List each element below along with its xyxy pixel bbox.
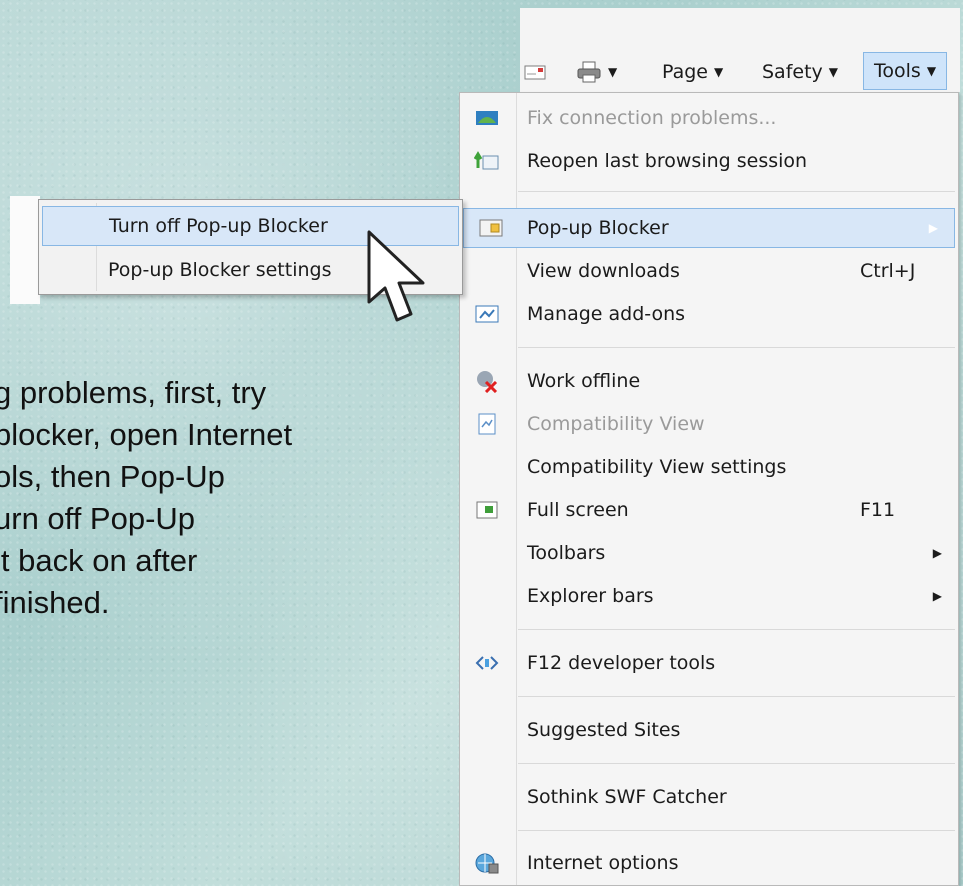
- slide-text-line: it back on after: [0, 543, 198, 578]
- menu-item-reopen-session[interactable]: Reopen last browsing session: [460, 141, 958, 181]
- submenu-arrow-icon: ▶: [928, 221, 938, 235]
- menu-item-compatibility-view-settings[interactable]: Compatibility View settings: [460, 447, 958, 487]
- chevron-down-icon: ▼: [714, 65, 724, 79]
- tools-menu-button[interactable]: Tools ▼: [863, 52, 948, 90]
- menu-item-full-screen[interactable]: Full screen F11: [460, 490, 958, 530]
- menu-item-suggested-sites[interactable]: Suggested Sites: [460, 710, 958, 750]
- menu-item-label: Fix connection problems...: [527, 107, 777, 129]
- safety-menu-label: Safety: [762, 61, 823, 83]
- menu-item-label: F12 developer tools: [527, 652, 716, 674]
- work-offline-icon: [474, 370, 500, 393]
- menu-item-label: Work offline: [527, 370, 641, 392]
- menu-item-label: Manage add-ons: [527, 303, 686, 325]
- menu-separator: [518, 696, 955, 697]
- addons-icon: [474, 303, 500, 325]
- mouse-pointer-icon: [367, 230, 425, 322]
- developer-tools-icon: [474, 652, 500, 674]
- tools-menu: Fix connection problems... Reopen last b…: [459, 92, 959, 886]
- mail-icon: [524, 65, 546, 80]
- menu-item-label: Internet options: [527, 852, 679, 874]
- submenu-arrow-icon: ▶: [932, 546, 942, 560]
- printer-icon: [577, 61, 601, 83]
- network-diagnose-icon: [474, 107, 500, 129]
- submenu-item-label: Pop-up Blocker settings: [108, 259, 332, 281]
- menu-item-manage-addons[interactable]: Manage add-ons: [460, 294, 958, 334]
- menu-item-work-offline[interactable]: Work offline: [460, 361, 958, 401]
- safety-menu-button[interactable]: Safety ▼: [762, 52, 838, 92]
- print-button[interactable]: ▼: [576, 52, 617, 92]
- submenu-arrow-icon: ▶: [932, 589, 942, 603]
- menu-item-label: Reopen last browsing session: [527, 150, 808, 172]
- chevron-down-icon: ▼: [926, 64, 937, 78]
- page-menu-label: Page: [662, 61, 708, 83]
- menu-separator: [518, 830, 955, 831]
- slide-text-line: ols, then Pop-Up: [0, 459, 225, 494]
- read-mail-button[interactable]: [524, 52, 546, 92]
- menu-item-f12-developer-tools[interactable]: F12 developer tools: [460, 643, 958, 683]
- ie-command-bar: ▼ Page ▼ Safety ▼ Tools ▼: [520, 8, 960, 92]
- menu-separator: [518, 763, 955, 764]
- menu-item-label: Explorer bars: [527, 585, 654, 607]
- slide-text-line: finished.: [0, 585, 110, 620]
- submenu-item-label: Turn off Pop-up Blocker: [109, 215, 328, 237]
- menu-item-label: Pop-up Blocker: [527, 217, 669, 239]
- menu-item-label: Compatibility View settings: [527, 456, 787, 478]
- menu-item-sothink-swf-catcher[interactable]: Sothink SWF Catcher: [460, 777, 958, 817]
- menu-item-compatibility-view[interactable]: Compatibility View: [460, 404, 958, 444]
- slide-text-line: blocker, open Internet: [0, 417, 293, 452]
- page-menu-button[interactable]: Page ▼: [662, 52, 723, 92]
- slide-instructions-text: g problems, first, try blocker, open Int…: [0, 372, 464, 624]
- menu-item-toolbars[interactable]: Toolbars ▶: [460, 533, 958, 573]
- menu-item-label: Suggested Sites: [527, 719, 681, 741]
- menu-item-label: Compatibility View: [527, 413, 705, 435]
- menu-item-explorer-bars[interactable]: Explorer bars ▶: [460, 576, 958, 616]
- menu-item-label: Sothink SWF Catcher: [527, 786, 727, 808]
- compatibility-view-icon: [474, 413, 500, 435]
- internet-options-icon: [474, 852, 500, 874]
- menu-separator: [518, 347, 955, 348]
- slide-text-line: g problems, first, try: [0, 375, 267, 410]
- menu-item-label: View downloads: [527, 260, 680, 282]
- menu-item-popup-blocker[interactable]: Pop-up Blocker ▶: [463, 208, 955, 248]
- chevron-down-icon: ▼: [608, 65, 618, 79]
- menu-item-internet-options[interactable]: Internet options: [460, 843, 958, 883]
- slide-text-line: urn off Pop-Up: [0, 501, 196, 536]
- menu-item-label: Toolbars: [527, 542, 606, 564]
- popup-blocker-icon: [478, 217, 504, 239]
- reopen-session-icon: [474, 150, 500, 172]
- menu-item-fix-connection[interactable]: Fix connection problems...: [460, 98, 958, 138]
- menu-item-shortcut: F11: [860, 499, 896, 521]
- chevron-down-icon: ▼: [828, 65, 839, 79]
- menu-item-view-downloads[interactable]: View downloads Ctrl+J: [460, 251, 958, 291]
- background-panel: [10, 196, 40, 304]
- menu-item-shortcut: Ctrl+J: [860, 260, 916, 282]
- menu-separator: [518, 629, 955, 630]
- menu-separator: [518, 191, 955, 192]
- tools-menu-label: Tools: [874, 60, 921, 82]
- menu-item-label: Full screen: [527, 499, 629, 521]
- fullscreen-icon: [474, 499, 500, 521]
